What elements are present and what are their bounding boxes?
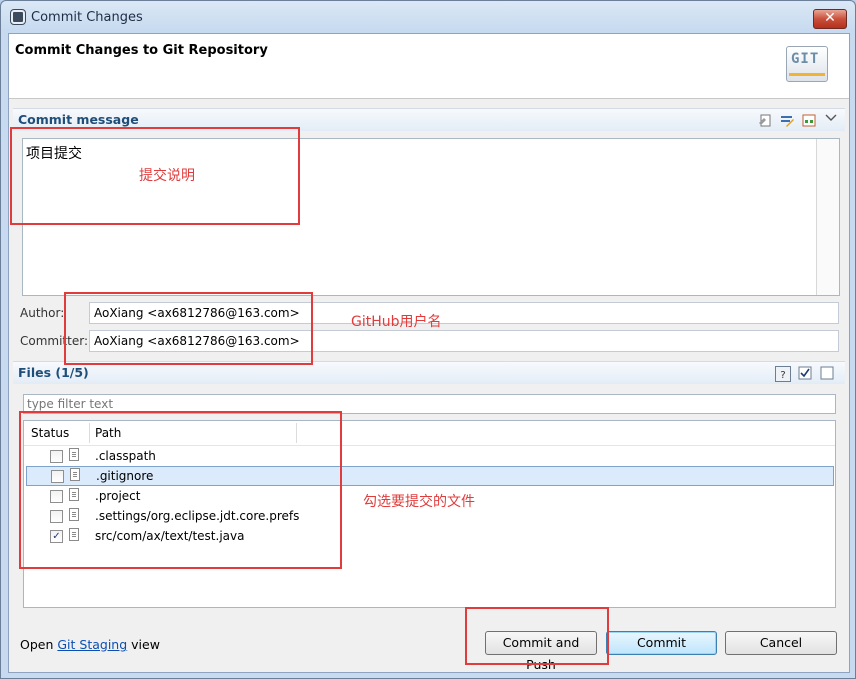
changeid-icon[interactable] bbox=[802, 113, 816, 127]
user-annotation-text: GitHub用户名 bbox=[351, 314, 442, 330]
svg-text:?: ? bbox=[780, 370, 785, 381]
amend-icon[interactable] bbox=[780, 113, 794, 127]
files-title: Files (1/5) bbox=[18, 365, 89, 380]
files-annotation-text: 勾选要提交的文件 bbox=[363, 494, 475, 510]
author-label: Author: bbox=[20, 306, 65, 320]
dialog-header: Commit Changes to Git Repository GIT bbox=[9, 34, 849, 99]
deselect-all-icon[interactable] bbox=[820, 366, 834, 380]
cancel-button[interactable]: Cancel bbox=[725, 631, 837, 655]
message-annotation-text: 提交说明 bbox=[139, 168, 195, 184]
sign-off-icon[interactable] bbox=[758, 113, 772, 127]
select-all-icon[interactable] bbox=[798, 366, 812, 380]
help-icon[interactable]: ? bbox=[775, 366, 791, 382]
open-staging-text: Open Git Staging view bbox=[20, 637, 160, 652]
user-annotation-box bbox=[64, 292, 313, 365]
commit-message-title: Commit message bbox=[18, 112, 139, 127]
commit-button[interactable]: Commit bbox=[606, 631, 717, 655]
page-title: Commit Changes to Git Repository bbox=[15, 43, 268, 58]
window-title: Commit Changes bbox=[31, 10, 143, 25]
commit-message-scrollbar[interactable] bbox=[816, 139, 839, 295]
title-bar[interactable]: Commit Changes ✕ bbox=[1, 1, 855, 33]
app-icon bbox=[11, 10, 25, 24]
git-logo-text: GIT bbox=[791, 51, 820, 67]
git-staging-link[interactable]: Git Staging bbox=[57, 637, 127, 652]
menu-chevron-icon[interactable] bbox=[824, 111, 838, 125]
git-logo: GIT bbox=[786, 46, 828, 82]
files-annotation-box bbox=[19, 411, 342, 569]
close-button[interactable]: ✕ bbox=[813, 9, 847, 29]
commit-push-annotation-box bbox=[465, 607, 609, 665]
